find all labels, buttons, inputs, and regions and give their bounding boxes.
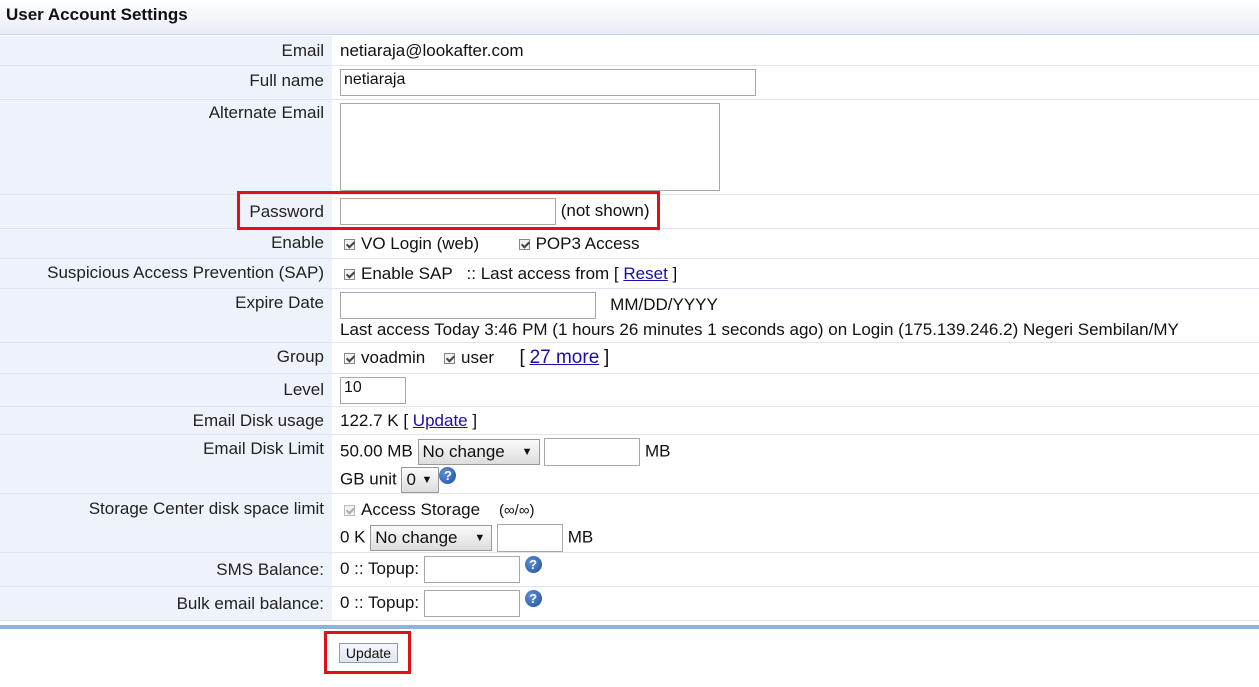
more-groups-link[interactable]: 27 more [530, 347, 600, 368]
storage-select-value: No change [375, 527, 458, 547]
row-disk-usage: Email Disk usage 122.7 K [ Update ] [0, 406, 1259, 435]
row-expire: Expire Date MM/DD/YYYY Last access Today… [0, 288, 1259, 343]
email-value: netiaraja@lookafter.com [332, 36, 1259, 66]
disk-limit-unit: MB [644, 440, 671, 460]
row-altemail: Alternate Email [0, 99, 1259, 195]
group-user-label: user [461, 347, 495, 367]
page-title: User Account Settings [6, 5, 188, 24]
disk-usage-label: Email Disk usage [0, 406, 332, 435]
disk-usage-value: 122.7 K [ [340, 410, 409, 430]
sap-close-bracket: ] [672, 263, 678, 283]
pop3-checkbox[interactable] [518, 238, 530, 250]
enable-label: Enable [0, 228, 332, 259]
sms-value: 0 :: Topup: [340, 558, 420, 578]
storage-infinity: (∞/∞) [498, 501, 535, 519]
group-voadmin-checkbox[interactable] [344, 352, 355, 364]
expire-label: Expire Date [0, 288, 332, 343]
disk-limit-label: Email Disk Limit [0, 434, 332, 494]
last-access-info: Last access Today 3:46 PM (1 hours 26 mi… [340, 319, 1179, 339]
enable-sap-checkbox[interactable] [344, 268, 355, 280]
row-level: Level 10 [0, 373, 1259, 407]
bulk-topup-input[interactable] [423, 589, 520, 617]
row-group: Group voadmin user [ 27 more ] [0, 342, 1259, 374]
storage-value: 0 K [340, 526, 366, 546]
group-user-checkbox[interactable] [444, 352, 455, 364]
vo-login-checkbox[interactable] [344, 238, 355, 250]
row-enable: Enable VO Login (web) POP3 Access [0, 228, 1259, 259]
gb-unit-select-value: 0 [406, 469, 416, 489]
highlight-password-box [237, 191, 660, 230]
row-bulk: Bulk email balance: 0 :: Topup: ? [0, 586, 1259, 621]
level-input[interactable]: 10 [340, 376, 406, 404]
disk-limit-value: 50.00 MB [340, 440, 413, 460]
bulk-value: 0 :: Topup: [340, 592, 420, 612]
fullname-label: Full name [0, 65, 332, 100]
row-disk-limit: Email Disk Limit 50.00 MB No change ▼ MB … [0, 434, 1259, 494]
group-voadmin-label: voadmin [361, 347, 426, 367]
disk-limit-select[interactable]: No change ▼ [417, 438, 540, 465]
reset-link[interactable]: Reset [623, 264, 667, 283]
row-sap: Suspicious Access Prevention (SAP) Enabl… [0, 258, 1259, 289]
fullname-input[interactable]: netiaraja [340, 68, 756, 96]
access-storage-label: Access Storage [361, 499, 481, 519]
help-icon[interactable]: ? [524, 555, 542, 573]
group-close-bracket: ] [604, 346, 610, 368]
group-open-bracket: [ [519, 346, 525, 368]
disk-limit-select-value: No change [422, 441, 505, 461]
enable-sap-label: Enable SAP [361, 263, 453, 283]
chevron-down-icon: ▼ [521, 445, 533, 458]
storage-label: Storage Center disk space limit [0, 493, 332, 553]
row-sms: SMS Balance: 0 :: Topup: ? [0, 552, 1259, 587]
altemail-label: Alternate Email [0, 99, 332, 195]
pop3-label: POP3 Access [535, 233, 640, 253]
storage-unit: MB [567, 526, 594, 546]
row-storage: Storage Center disk space limit Access S… [0, 493, 1259, 553]
level-label: Level [0, 373, 332, 407]
bulk-label: Bulk email balance: [0, 586, 332, 621]
gb-unit-label: GB unit [340, 468, 397, 488]
row-fullname: Full name netiaraja [0, 65, 1259, 100]
vo-login-label: VO Login (web) [361, 233, 480, 253]
disk-usage-update-link[interactable]: Update [413, 411, 468, 430]
page-header: User Account Settings [0, 0, 1259, 35]
disk-limit-input[interactable] [544, 437, 641, 466]
storage-input[interactable] [497, 523, 563, 552]
storage-select[interactable]: No change ▼ [370, 524, 493, 551]
access-storage-checkbox [344, 504, 355, 516]
disk-usage-close-bracket: ] [472, 410, 478, 430]
sap-last-access: :: Last access from [ [466, 263, 619, 283]
altemail-textarea[interactable] [340, 102, 720, 191]
row-email: Email netiaraja@lookafter.com [0, 36, 1259, 66]
chevron-down-icon: ▼ [421, 473, 433, 486]
expire-format: MM/DD/YYYY [610, 294, 718, 314]
expire-date-input[interactable] [340, 291, 596, 319]
sms-label: SMS Balance: [0, 552, 332, 587]
gb-unit-select[interactable]: 0 ▼ [401, 466, 440, 493]
help-icon[interactable]: ? [524, 589, 542, 607]
highlight-update-box [324, 631, 411, 674]
help-icon[interactable]: ? [439, 466, 457, 484]
sap-label: Suspicious Access Prevention (SAP) [0, 258, 332, 289]
email-label: Email [0, 36, 332, 66]
settings-form: Email netiaraja@lookafter.com Full name … [0, 36, 1259, 621]
footer-divider [0, 625, 1259, 629]
group-label: Group [0, 342, 332, 374]
sms-topup-input[interactable] [423, 555, 520, 583]
chevron-down-icon: ▼ [474, 531, 486, 544]
